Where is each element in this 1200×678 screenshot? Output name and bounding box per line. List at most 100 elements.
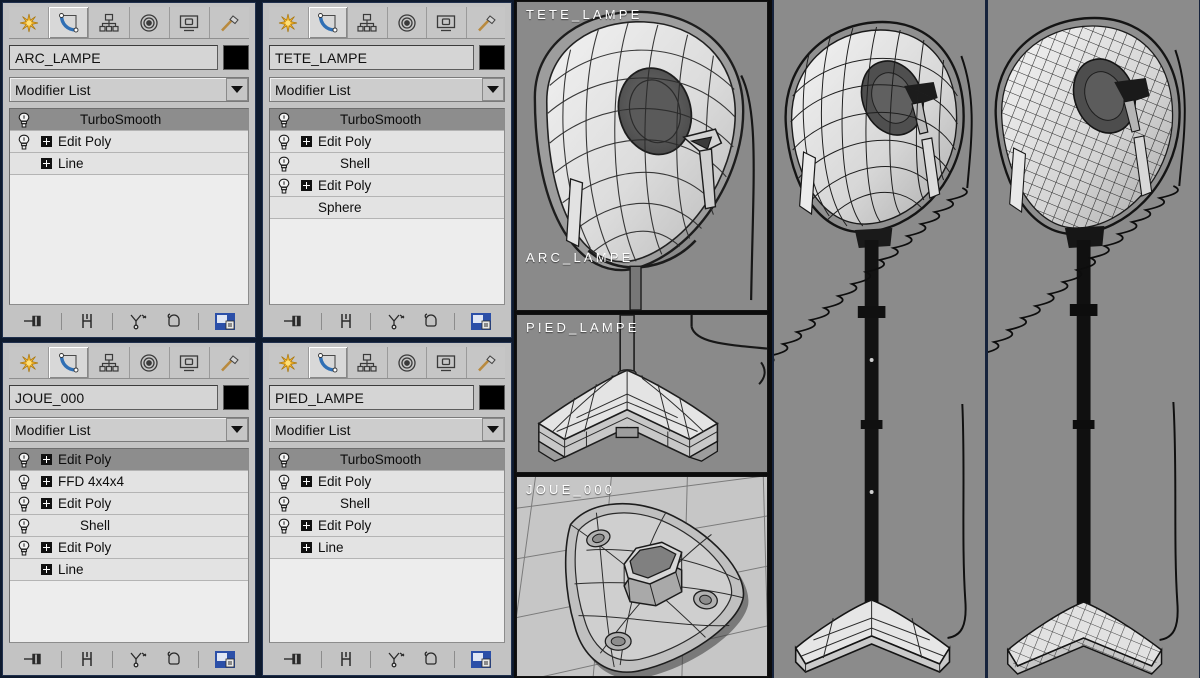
modifier-enable-toggle[interactable] <box>274 452 294 468</box>
make-unique-button[interactable] <box>386 650 408 668</box>
render-view-low-poly[interactable] <box>772 0 986 678</box>
viewport-pied-lampe[interactable]: PIED_LAMPE <box>516 314 768 473</box>
viewport-joue-000[interactable]: JOUE_000 <box>516 476 768 677</box>
hierarchy-tab[interactable] <box>348 7 388 38</box>
pin-stack-button[interactable] <box>282 650 306 668</box>
utilities-tab[interactable] <box>466 347 505 378</box>
object-name-field[interactable]: ARC_LAMPE <box>9 45 218 70</box>
modifier-row[interactable]: Edit Poly <box>10 131 248 153</box>
modifier-row[interactable]: Edit Poly <box>270 131 504 153</box>
modifier-enable-toggle[interactable] <box>274 134 294 150</box>
modifier-enable-toggle[interactable] <box>274 496 294 512</box>
modifier-row[interactable]: Edit Poly <box>10 493 248 515</box>
utilities-tab[interactable] <box>209 347 250 378</box>
viewport-tete-lampe[interactable]: TETE_LAMPE ARC_LAMPE <box>516 1 768 311</box>
expand-modifier-icon[interactable] <box>38 498 54 509</box>
expand-modifier-icon[interactable] <box>38 158 54 169</box>
modifier-enable-toggle[interactable] <box>14 112 34 128</box>
show-end-result-button[interactable] <box>336 650 356 668</box>
display-tab[interactable] <box>427 7 467 38</box>
object-name-field[interactable]: JOUE_000 <box>9 385 218 410</box>
modifier-enable-toggle[interactable] <box>14 518 34 534</box>
modifier-row[interactable]: Shell <box>10 515 248 537</box>
expand-modifier-icon[interactable] <box>298 136 314 147</box>
modifier-enable-toggle[interactable] <box>14 134 34 150</box>
utilities-tab[interactable] <box>209 7 250 38</box>
remove-modifier-button[interactable] <box>422 312 440 330</box>
create-tab[interactable] <box>269 347 309 378</box>
expand-modifier-icon[interactable] <box>38 564 54 575</box>
modifier-list-dropdown[interactable]: Modifier List <box>9 77 249 102</box>
hierarchy-tab[interactable] <box>89 7 130 38</box>
modifier-row[interactable]: Line <box>10 559 248 581</box>
show-end-result-button[interactable] <box>336 312 356 330</box>
pin-stack-button[interactable] <box>282 312 306 330</box>
expand-modifier-icon[interactable] <box>38 454 54 465</box>
modifier-row[interactable]: Shell <box>270 493 504 515</box>
modifier-row[interactable]: Line <box>10 153 248 175</box>
modifier-row[interactable]: Shell <box>270 153 504 175</box>
configure-modifier-sets-button[interactable] <box>214 650 236 669</box>
configure-modifier-sets-button[interactable] <box>470 312 492 331</box>
modifier-row[interactable]: Sphere <box>270 197 504 219</box>
remove-modifier-button[interactable] <box>422 650 440 668</box>
remove-modifier-button[interactable] <box>165 312 183 330</box>
show-end-result-button[interactable] <box>77 650 97 668</box>
chevron-down-icon[interactable] <box>226 78 248 101</box>
render-view-high-poly[interactable] <box>986 0 1200 678</box>
modify-tab[interactable] <box>308 7 348 38</box>
remove-modifier-button[interactable] <box>165 650 183 668</box>
modifier-row[interactable]: Edit Poly <box>10 449 248 471</box>
hierarchy-tab[interactable] <box>89 347 130 378</box>
chevron-down-icon[interactable] <box>482 418 504 441</box>
modifier-row[interactable]: FFD 4x4x4 <box>10 471 248 493</box>
modifier-enable-toggle[interactable] <box>14 496 34 512</box>
expand-modifier-icon[interactable] <box>38 136 54 147</box>
modifier-enable-toggle[interactable] <box>274 178 294 194</box>
chevron-down-icon[interactable] <box>226 418 248 441</box>
expand-modifier-icon[interactable] <box>298 520 314 531</box>
modifier-list-dropdown[interactable]: Modifier List <box>269 417 505 442</box>
pin-stack-button[interactable] <box>22 650 46 668</box>
display-tab[interactable] <box>169 347 210 378</box>
modifier-enable-toggle[interactable] <box>14 452 34 468</box>
modifier-stack-pied-lampe[interactable]: TurboSmooth Edit Poly Shell Edit Poly Line <box>269 448 505 643</box>
modifier-stack-joue-000[interactable]: Edit Poly FFD 4x4x4 Edit Poly Shell Edit Pol… <box>9 448 249 643</box>
modifier-row[interactable]: TurboSmooth <box>270 449 504 471</box>
modifier-enable-toggle[interactable] <box>274 112 294 128</box>
object-name-field[interactable]: TETE_LAMPE <box>269 45 474 70</box>
object-color-swatch[interactable] <box>223 45 249 70</box>
make-unique-button[interactable] <box>128 650 150 668</box>
modifier-enable-toggle[interactable] <box>274 474 294 490</box>
modify-tab[interactable] <box>49 7 90 38</box>
modifier-row[interactable]: Edit Poly <box>10 537 248 559</box>
modifier-enable-toggle[interactable] <box>274 518 294 534</box>
hierarchy-tab[interactable] <box>348 347 388 378</box>
configure-modifier-sets-button[interactable] <box>470 650 492 669</box>
expand-modifier-icon[interactable] <box>38 542 54 553</box>
modifier-enable-toggle[interactable] <box>274 156 294 172</box>
object-color-swatch[interactable] <box>479 45 505 70</box>
object-color-swatch[interactable] <box>223 385 249 410</box>
modifier-row[interactable]: TurboSmooth <box>10 109 248 131</box>
modify-tab[interactable] <box>49 347 90 378</box>
display-tab[interactable] <box>169 7 210 38</box>
expand-modifier-icon[interactable] <box>38 476 54 487</box>
modifier-row[interactable]: Line <box>270 537 504 559</box>
modifier-stack-tete-lampe[interactable]: TurboSmooth Edit Poly Shell Edit Poly Sphere <box>269 108 505 305</box>
configure-modifier-sets-button[interactable] <box>214 312 236 331</box>
motion-tab[interactable] <box>387 347 427 378</box>
object-color-swatch[interactable] <box>479 385 505 410</box>
create-tab[interactable] <box>269 7 309 38</box>
modifier-list-dropdown[interactable]: Modifier List <box>269 77 505 102</box>
expand-modifier-icon[interactable] <box>298 180 314 191</box>
create-tab[interactable] <box>9 7 50 38</box>
motion-tab[interactable] <box>129 347 170 378</box>
modify-tab[interactable] <box>308 347 348 378</box>
display-tab[interactable] <box>427 347 467 378</box>
modifier-enable-toggle[interactable] <box>14 474 34 490</box>
show-end-result-button[interactable] <box>77 312 97 330</box>
modifier-enable-toggle[interactable] <box>14 540 34 556</box>
object-name-field[interactable]: PIED_LAMPE <box>269 385 474 410</box>
expand-modifier-icon[interactable] <box>298 542 314 553</box>
